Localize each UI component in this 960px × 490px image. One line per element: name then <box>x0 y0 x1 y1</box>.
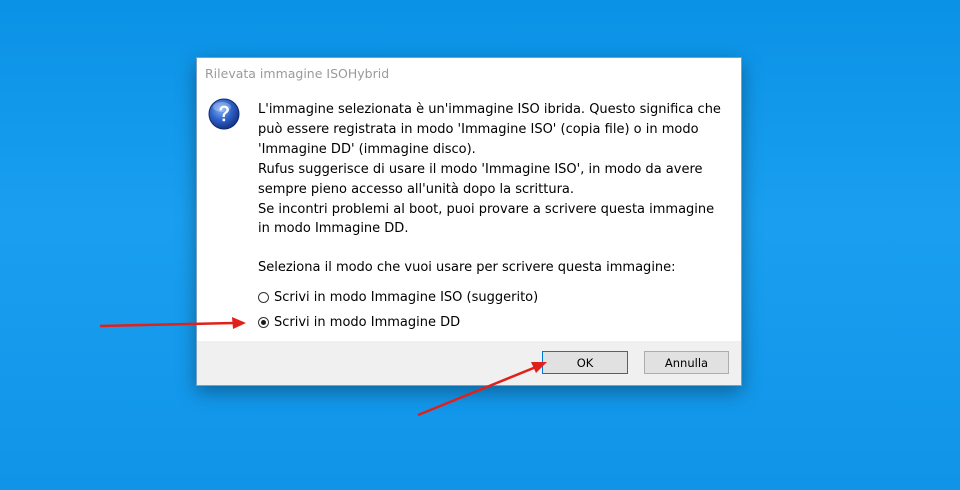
dialog-message: L'immagine selezionata è un'immagine ISO… <box>258 100 738 278</box>
message-paragraph-2: Seleziona il modo che vuoi usare per scr… <box>258 260 676 276</box>
radio-dd-label: Scrivi in modo Immagine DD <box>274 315 461 330</box>
dialog-titlebar[interactable]: Rilevata immagine ISOHybrid <box>197 58 741 90</box>
radio-iso-label: Scrivi in modo Immagine ISO (suggerito) <box>274 290 539 305</box>
radio-option-iso[interactable]: Scrivi in modo Immagine ISO (suggerito) <box>258 290 538 305</box>
isohybrid-dialog: Rilevata immagine ISOHybrid L'immagine s… <box>196 57 742 386</box>
cancel-button[interactable]: Annulla <box>644 351 729 374</box>
dialog-title: Rilevata immagine ISOHybrid <box>205 66 390 81</box>
ok-button[interactable]: OK <box>542 351 628 374</box>
radio-option-dd[interactable]: Scrivi in modo Immagine DD <box>258 315 460 330</box>
message-paragraph-1: L'immagine selezionata è un'immagine ISO… <box>258 102 721 237</box>
radio-iso-button[interactable] <box>258 292 269 303</box>
dialog-footer: OK Annulla <box>197 341 741 385</box>
radio-dd-button[interactable] <box>258 317 269 328</box>
question-icon <box>208 98 240 130</box>
